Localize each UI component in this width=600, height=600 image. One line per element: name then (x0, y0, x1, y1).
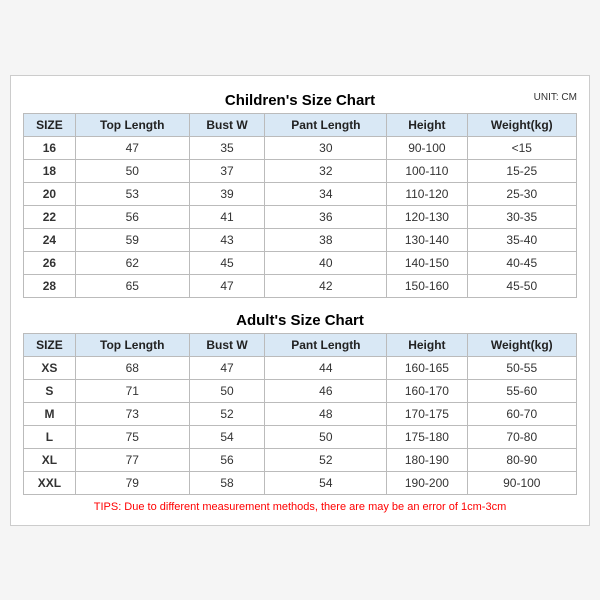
adult-title: Adult's Size Chart (23, 306, 577, 333)
table-row: XL775652180-19080-90 (24, 448, 577, 471)
children-table: SIZE Top Length Bust W Pant Length Heigh… (23, 113, 577, 298)
table-row: S715046160-17055-60 (24, 379, 577, 402)
col-bust-w: Bust W (189, 113, 265, 136)
children-table-header: SIZE Top Length Bust W Pant Length Heigh… (24, 113, 577, 136)
col-size-adult: SIZE (24, 333, 76, 356)
adult-table-body: XS684744160-16550-55S715046160-17055-60M… (24, 356, 577, 494)
children-title: Children's Size Chart UNIT: CM (23, 86, 577, 113)
table-row: XS684744160-16550-55 (24, 356, 577, 379)
col-weight-adult: Weight(kg) (467, 333, 576, 356)
unit-label: UNIT: CM (534, 92, 577, 103)
adult-table-header: SIZE Top Length Bust W Pant Length Heigh… (24, 333, 577, 356)
col-height: Height (387, 113, 467, 136)
table-row: 26624540140-15040-45 (24, 251, 577, 274)
adult-table: SIZE Top Length Bust W Pant Length Heigh… (23, 333, 577, 495)
table-row: 24594338130-14035-40 (24, 228, 577, 251)
col-weight: Weight(kg) (467, 113, 576, 136)
table-row: 28654742150-16045-50 (24, 274, 577, 297)
table-row: L755450175-18070-80 (24, 425, 577, 448)
adult-title-text: Adult's Size Chart (236, 312, 364, 329)
col-bust-w-adult: Bust W (189, 333, 265, 356)
table-row: 20533934110-12025-30 (24, 182, 577, 205)
table-row: M735248170-17560-70 (24, 402, 577, 425)
table-row: 18503732100-11015-25 (24, 159, 577, 182)
table-row: 1647353090-100<15 (24, 136, 577, 159)
col-size: SIZE (24, 113, 76, 136)
col-pant-length-adult: Pant Length (265, 333, 387, 356)
table-row: XXL795854190-20090-100 (24, 471, 577, 494)
col-pant-length: Pant Length (265, 113, 387, 136)
col-top-length-adult: Top Length (75, 333, 189, 356)
table-row: 22564136120-13030-35 (24, 205, 577, 228)
children-title-text: Children's Size Chart (225, 92, 375, 109)
col-top-length: Top Length (75, 113, 189, 136)
chart-container: Children's Size Chart UNIT: CM SIZE Top … (10, 75, 590, 526)
children-table-body: 1647353090-100<1518503732100-11015-25205… (24, 136, 577, 297)
col-height-adult: Height (387, 333, 467, 356)
tips-text: TIPS: Due to different measurement metho… (23, 501, 577, 513)
